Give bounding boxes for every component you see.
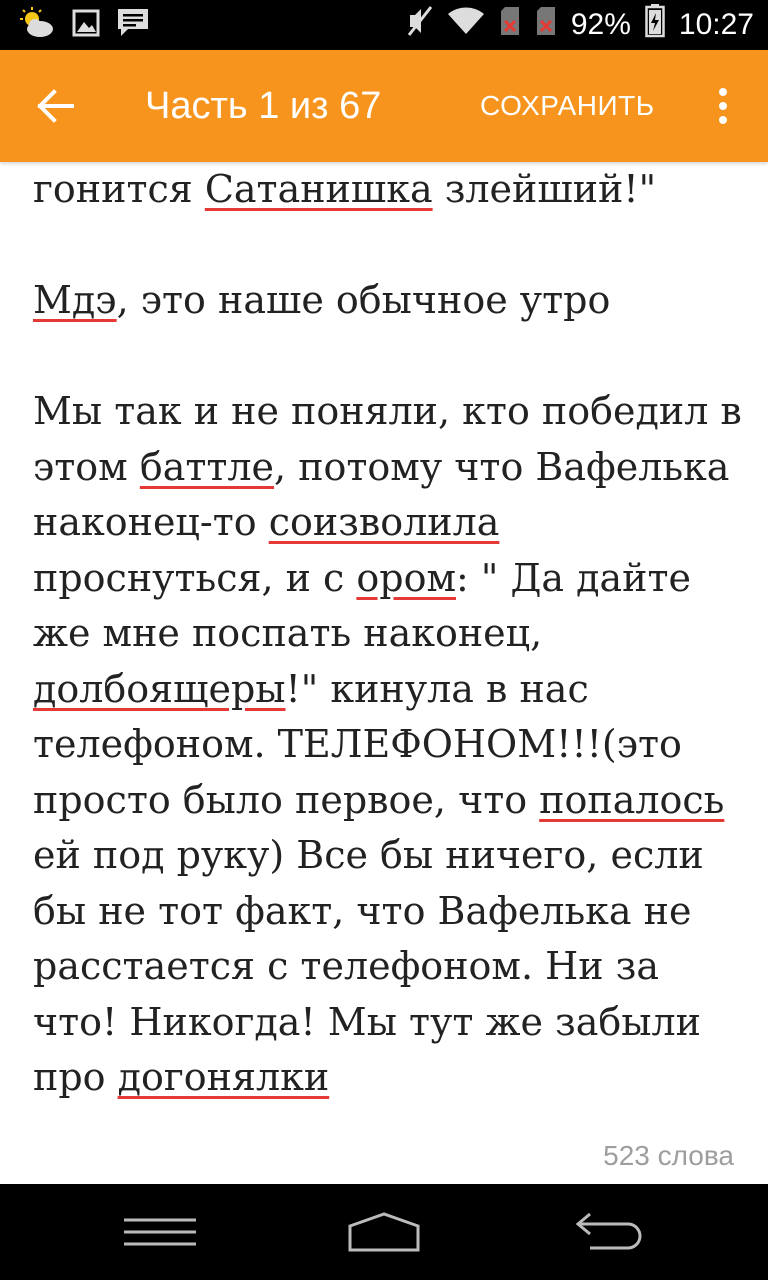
- text-run: проснуться, и с: [33, 555, 357, 600]
- text-run: злейший!": [432, 167, 657, 211]
- back-icon[interactable]: [568, 1204, 648, 1260]
- misspelled-word: ором: [356, 555, 457, 600]
- clock: 10:27: [678, 8, 754, 41]
- paragraph: гонится Сатанишка злейший!": [33, 162, 743, 218]
- misspelled-word: Сатанишка: [204, 167, 433, 211]
- misspelled-word: догонялки: [117, 1055, 330, 1099]
- sim1-no-signal-icon: [499, 5, 521, 45]
- misspelled-word: соизволила: [268, 500, 500, 544]
- navigation-bar: [0, 1184, 768, 1280]
- overflow-menu-icon[interactable]: [708, 84, 738, 128]
- battery-percent: 92%: [570, 8, 631, 41]
- image-icon: [72, 9, 100, 42]
- menu-icon[interactable]: [120, 1204, 200, 1260]
- status-bar: 92% 10:27: [0, 0, 768, 50]
- back-arrow-icon[interactable]: [34, 84, 78, 128]
- text-run: гонится: [33, 167, 205, 211]
- save-button[interactable]: СОХРАНИТЬ: [480, 88, 655, 124]
- home-icon[interactable]: [344, 1204, 424, 1260]
- app-bar: Часть 1 из 67 СОХРАНИТЬ: [0, 50, 768, 162]
- message-icon: [116, 7, 150, 44]
- notification-icons: [18, 6, 150, 44]
- weather-icon: [18, 6, 56, 44]
- misspelled-word: попалось: [539, 777, 725, 822]
- page-title: Часть 1 из 67: [145, 85, 382, 127]
- misspelled-word: Мдэ: [33, 278, 117, 322]
- text-run: , это наше обычное утро: [116, 278, 611, 322]
- paragraph: Мдэ, это наше обычное утро: [33, 273, 743, 329]
- misspelled-word: баттле: [139, 444, 275, 489]
- misspelled-word: долбоящеры: [33, 666, 286, 711]
- paragraph: Мы так и не поняли, кто победил в этом б…: [33, 384, 743, 1106]
- sim2-no-signal-icon: [535, 5, 557, 45]
- chapter-text[interactable]: гонится Сатанишка злейший!" Мдэ, это наш…: [33, 162, 743, 1182]
- system-status: 92% 10:27: [407, 4, 754, 45]
- wifi-icon: [447, 6, 485, 44]
- mute-icon: [407, 5, 433, 45]
- battery-icon: [645, 4, 665, 46]
- word-count: 523 слова: [603, 1140, 734, 1171]
